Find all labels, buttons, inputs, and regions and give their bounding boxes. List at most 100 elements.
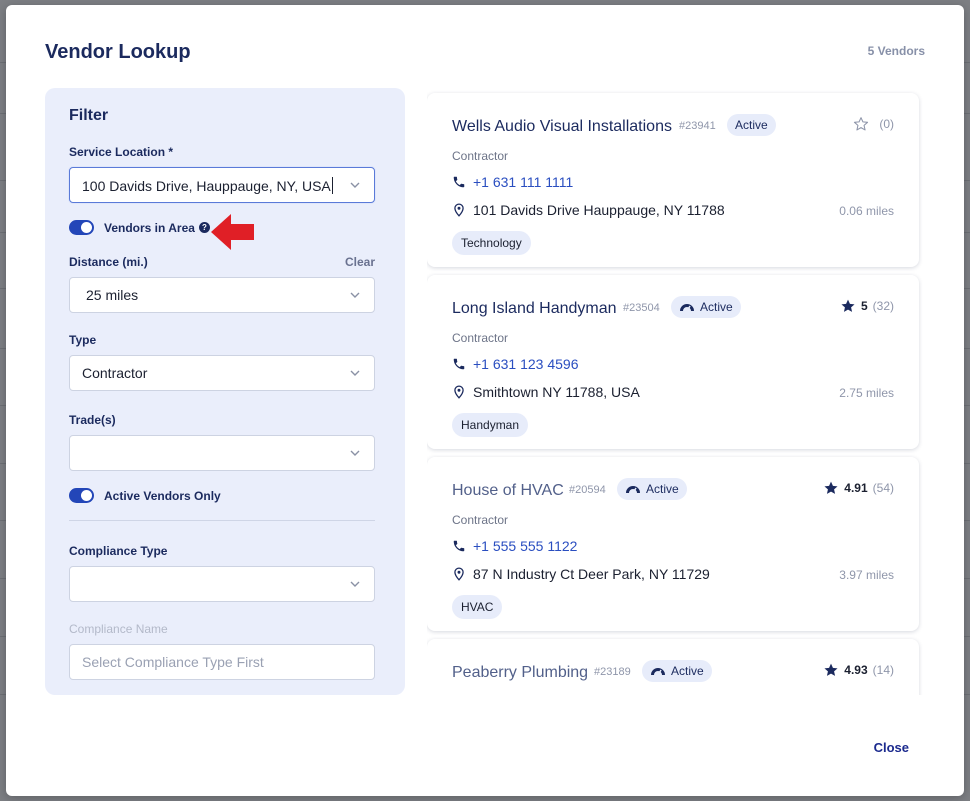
star-icon[interactable]: [840, 298, 856, 314]
type-value: Contractor: [82, 365, 148, 381]
location-pin-icon: [454, 567, 464, 581]
text-caret: [331, 176, 333, 194]
status-badge: Active: [671, 296, 741, 318]
phone-icon: [453, 540, 465, 552]
modal-title: Vendor Lookup: [45, 41, 191, 63]
rating-score: 4.91: [844, 481, 868, 495]
compliance-type-select[interactable]: [69, 566, 375, 602]
active-vendors-only-toggle[interactable]: [69, 488, 94, 503]
trade-tag: Technology: [452, 231, 531, 255]
trade-tag: HVAC: [452, 595, 503, 619]
vendor-distance: 0.06 miles: [839, 204, 894, 218]
location-pin-icon: [454, 385, 464, 399]
status-label: Active: [735, 118, 768, 132]
location-pin-icon: [454, 203, 464, 217]
vendor-name[interactable]: House of HVAC: [452, 482, 564, 500]
status-label: Active: [700, 300, 733, 314]
status-badge: Active: [727, 114, 776, 136]
service-location-input[interactable]: 100 Davids Drive, Hauppauge, NY, USA: [69, 167, 375, 203]
chevron-down-icon[interactable]: [348, 577, 362, 591]
trades-select[interactable]: [69, 435, 375, 471]
star-icon[interactable]: [823, 662, 839, 678]
filter-divider: [69, 520, 375, 521]
vendor-rating: 5 (32): [840, 298, 894, 314]
address-text: Smithtown NY 11788, USA: [473, 384, 640, 400]
rating-count: (0): [879, 117, 894, 131]
vendor-distance: 2.75 miles: [839, 386, 894, 400]
trade-tag: Handyman: [452, 413, 529, 437]
phone-icon: [453, 358, 465, 370]
vendors-in-area-label: Vendors in Area: [104, 220, 195, 235]
vendor-card[interactable]: Long Island Handyman #23504 Active 5 (32…: [427, 275, 919, 449]
distance-clear-link[interactable]: Clear: [345, 255, 375, 269]
vendor-rating: 4.91 (54): [823, 480, 894, 496]
phone-number[interactable]: +1 555 555 1122: [473, 538, 577, 554]
vendor-id: #23189: [594, 666, 631, 678]
vendor-card[interactable]: Wells Audio Visual Installations #23941 …: [427, 93, 919, 267]
vendor-lookup-modal: Vendor Lookup 5 Vendors Filter Service L…: [6, 5, 964, 796]
type-label: Type: [69, 333, 97, 347]
distance-select[interactable]: 25 miles: [69, 277, 375, 313]
rating-count: (54): [872, 481, 894, 495]
trades-label: Trade(s): [69, 413, 116, 427]
active-gauge-icon: [651, 668, 665, 676]
active-vendors-only-label: Active Vendors Only: [104, 488, 221, 503]
chevron-down-icon[interactable]: [348, 288, 362, 302]
vendor-id: #20594: [569, 484, 606, 496]
distance-value: 25 miles: [86, 287, 139, 303]
compliance-name-placeholder: Select Compliance Type First: [82, 654, 264, 670]
status-badge: Active: [617, 478, 687, 500]
vendor-name[interactable]: Long Island Handyman: [452, 300, 617, 318]
vendors-in-area-toggle[interactable]: [69, 220, 94, 235]
vendor-name[interactable]: Wells Audio Visual Installations: [452, 118, 672, 136]
chevron-down-icon[interactable]: [348, 366, 362, 380]
vendor-address: 87 N Industry Ct Deer Park, NY 11729: [452, 566, 710, 582]
distance-label: Distance (mi.): [69, 255, 148, 269]
address-text: 87 N Industry Ct Deer Park, NY 11729: [473, 566, 710, 582]
close-button[interactable]: Close: [874, 740, 909, 755]
rating-count: (14): [872, 663, 894, 677]
filter-panel: Filter Service Location * 100 Davids Dri…: [45, 88, 405, 695]
vendor-card[interactable]: Peaberry Plumbing #23189 Active 4.93 (14…: [427, 639, 919, 695]
active-gauge-icon: [680, 304, 694, 312]
vendor-list[interactable]: Wells Audio Visual Installations #23941 …: [427, 89, 929, 695]
active-only-row: Active Vendors Only: [69, 488, 221, 503]
compliance-name-input[interactable]: Select Compliance Type First: [69, 644, 375, 680]
service-location-value: 100 Davids Drive, Hauppauge, NY, USA: [82, 177, 331, 194]
address-text: 101 Davids Drive Hauppauge, NY 11788: [473, 202, 725, 218]
chevron-down-icon[interactable]: [348, 446, 362, 460]
status-label: Active: [646, 482, 679, 496]
chevron-down-icon[interactable]: [348, 178, 362, 192]
vendor-address: Smithtown NY 11788, USA: [452, 384, 640, 400]
service-location-label: Service Location *: [69, 145, 174, 159]
vendor-type: Contractor: [452, 513, 509, 527]
rating-score: 4.93: [844, 663, 868, 677]
status-badge: Active: [642, 660, 712, 682]
type-select[interactable]: Contractor: [69, 355, 375, 391]
red-arrow-annotation: [211, 214, 254, 250]
vendor-name[interactable]: Peaberry Plumbing: [452, 664, 588, 682]
rating-count: (32): [872, 299, 894, 313]
compliance-name-label: Compliance Name: [69, 622, 168, 636]
compliance-type-label: Compliance Type: [69, 544, 168, 558]
vendor-id: #23504: [623, 302, 660, 314]
vendor-count: 5 Vendors: [867, 44, 925, 58]
star-icon[interactable]: [823, 480, 839, 496]
vendor-distance: 3.97 miles: [839, 568, 894, 582]
filter-title: Filter: [69, 107, 109, 124]
vendor-rating: (0): [853, 116, 894, 132]
vendor-rating: 4.93 (14): [823, 662, 894, 678]
vendor-id: #23941: [679, 120, 716, 132]
vendor-type: Contractor: [452, 331, 509, 345]
phone-number[interactable]: +1 631 123 4596: [473, 356, 579, 372]
vendor-card[interactable]: House of HVAC #20594 Active 4.91 (54) Co…: [427, 457, 919, 631]
rating-score: 5: [860, 299, 868, 313]
status-label: Active: [671, 664, 704, 678]
star-outline-icon[interactable]: [853, 116, 869, 132]
vendor-type: Contractor: [452, 149, 509, 163]
vendor-phone[interactable]: +1 631 123 4596: [452, 356, 579, 372]
vendor-phone[interactable]: +1 555 555 1122: [452, 538, 577, 554]
phone-number[interactable]: +1 631 111 1111: [473, 174, 573, 190]
vendor-phone[interactable]: +1 631 111 1111: [452, 174, 573, 190]
phone-icon: [453, 176, 465, 188]
